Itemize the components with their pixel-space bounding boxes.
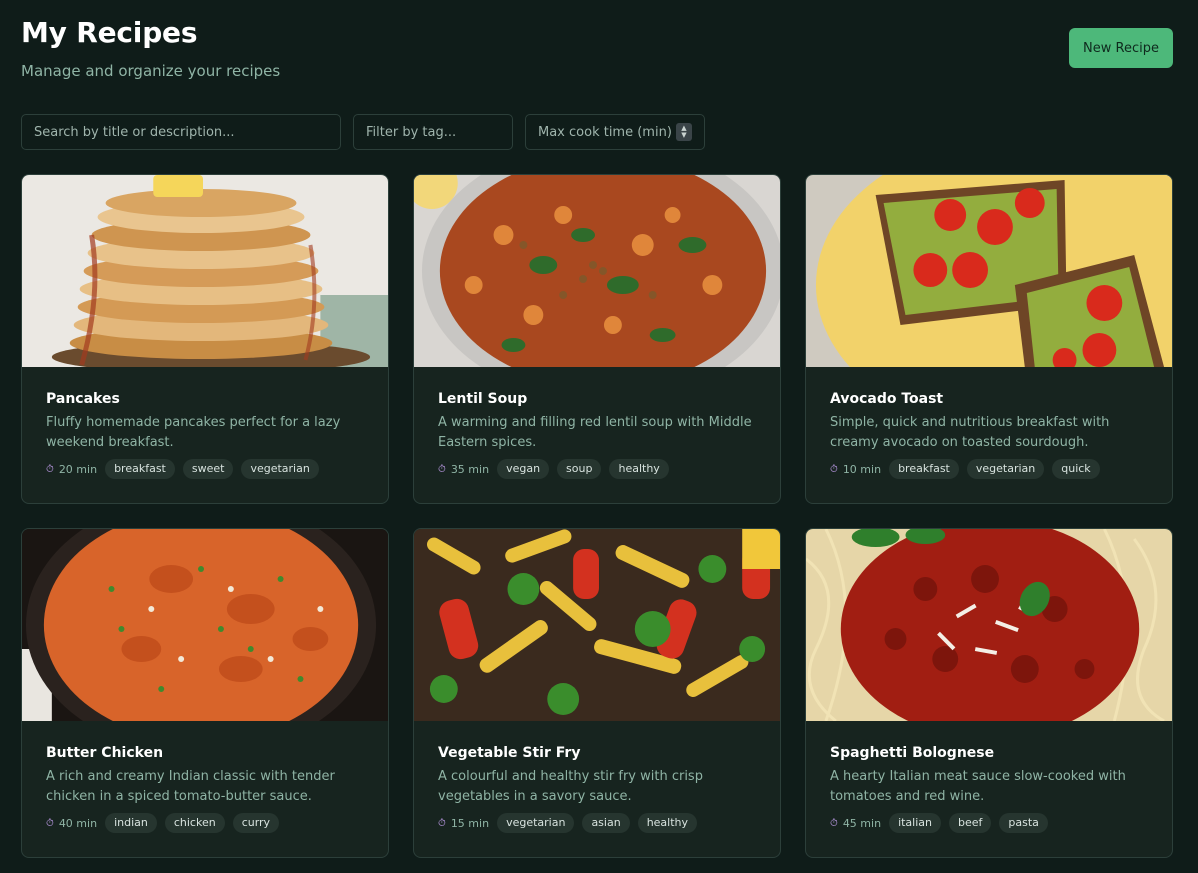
page-title: My Recipes [21, 16, 198, 49]
cook-time: ⏱ 20 min [46, 463, 97, 476]
tag-filter-field[interactable] [353, 114, 513, 150]
recipe-card[interactable]: Butter Chicken A rich and creamy Indian … [21, 528, 389, 858]
stepper-down-icon[interactable]: ▼ [681, 132, 686, 139]
recipe-meta: ⏱ 10 min breakfast vegetarian quick [830, 459, 1148, 479]
tag-badge[interactable]: pasta [999, 813, 1048, 833]
tag-badge[interactable]: indian [105, 813, 157, 833]
tag-badge[interactable]: healthy [609, 459, 669, 479]
tag-badge[interactable]: vegetarian [497, 813, 575, 833]
stopwatch-icon: ⏱ [830, 817, 838, 829]
tag-badge[interactable]: quick [1052, 459, 1100, 479]
tag-filter-input[interactable] [366, 124, 500, 140]
tag-badge[interactable]: asian [582, 813, 630, 833]
tag-badge[interactable]: vegetarian [966, 459, 1045, 479]
cook-time: ⏱ 15 min [438, 817, 489, 830]
tag-badge[interactable]: chicken [164, 813, 225, 833]
recipe-description: Fluffy homemade pancakes perfect for a l… [46, 415, 341, 450]
cook-time-input[interactable] [538, 124, 676, 140]
search-field[interactable] [21, 114, 341, 150]
cook-time-value: 45 min [842, 816, 882, 830]
cook-time-value: 10 min [842, 462, 882, 476]
cook-time: ⏱ 10 min [830, 463, 881, 476]
recipe-grid: Pancakes Fluffy homemade pancakes perfec… [21, 174, 1173, 858]
cook-time: ⏱ 45 min [830, 817, 881, 830]
recipe-title: Spaghetti Bolognese [830, 745, 995, 761]
stopwatch-icon: ⏱ [46, 817, 54, 829]
recipe-description: A rich and creamy Indian classic with te… [46, 769, 335, 804]
recipe-meta: ⏱ 40 min indian chicken curry [46, 813, 364, 833]
avocado-toast-photo [806, 175, 1172, 367]
recipe-description: A hearty Italian meat sauce slow-cooked … [830, 769, 1126, 804]
stopwatch-icon: ⏱ [438, 463, 446, 475]
recipe-title: Vegetable Stir Fry [438, 745, 581, 761]
recipes-page: My Recipes Manage and organize your reci… [0, 0, 1198, 873]
cook-time: ⏱ 35 min [438, 463, 489, 476]
recipe-description: A warming and filling red lentil soup wi… [438, 415, 752, 450]
recipe-meta: ⏱ 45 min italian beef pasta [830, 813, 1148, 833]
tag-badge[interactable]: vegetarian [241, 459, 319, 479]
cook-time-value: 15 min [450, 816, 490, 830]
cook-time-value: 20 min [58, 462, 98, 476]
lentil-soup-photo [414, 175, 780, 367]
recipe-card[interactable]: Lentil Soup A warming and filling red le… [413, 174, 781, 504]
number-stepper[interactable]: ▲ ▼ [675, 123, 692, 141]
new-recipe-button[interactable]: New Recipe [1069, 28, 1173, 68]
tag-badge[interactable]: soup [557, 459, 602, 479]
recipe-title: Pancakes [46, 391, 120, 407]
tag-badge[interactable]: beef [949, 813, 992, 833]
butter-chicken-photo [22, 529, 388, 721]
recipe-meta: ⏱ 15 min vegetarian asian healthy [438, 813, 756, 833]
recipe-card[interactable]: Pancakes Fluffy homemade pancakes perfec… [21, 174, 389, 504]
search-input[interactable] [34, 124, 328, 140]
stopwatch-icon: ⏱ [830, 463, 838, 475]
stopwatch-icon: ⏱ [46, 463, 54, 475]
recipe-description: A colourful and healthy stir fry with cr… [438, 769, 703, 804]
tag-badge[interactable]: vegan [497, 459, 550, 479]
tag-badge[interactable]: curry [232, 813, 280, 833]
tag-badge[interactable]: healthy [637, 813, 698, 833]
recipe-meta: ⏱ 35 min vegan soup healthy [438, 459, 756, 479]
recipe-meta: ⏱ 20 min breakfast sweet vegetarian [46, 459, 364, 479]
cook-time-value: 40 min [58, 816, 98, 830]
pancakes-photo [22, 175, 388, 367]
page-header: My Recipes Manage and organize your reci… [21, 0, 1173, 114]
recipe-card[interactable]: Vegetable Stir Fry A colourful and healt… [413, 528, 781, 858]
cook-time-field[interactable]: ▲▼ [525, 114, 705, 150]
recipe-title: Butter Chicken [46, 745, 164, 761]
tag-badge[interactable]: italian [889, 813, 941, 833]
bolognese-photo [806, 529, 1172, 721]
cook-time: ⏱ 40 min [46, 817, 97, 830]
tag-badge[interactable]: breakfast [889, 459, 959, 479]
recipe-title: Avocado Toast [830, 391, 944, 407]
page-subtitle: Manage and organize your recipes [21, 62, 281, 80]
recipe-title: Lentil Soup [438, 391, 528, 407]
recipe-description: Simple, quick and nutritious breakfast w… [830, 415, 1110, 450]
cook-time-value: 35 min [450, 462, 490, 476]
filter-bar: ▲▼ [21, 114, 1173, 150]
tag-badge[interactable]: sweet [182, 459, 234, 479]
recipe-card[interactable]: Avocado Toast Simple, quick and nutritio… [805, 174, 1173, 504]
recipe-card[interactable]: Spaghetti Bolognese A hearty Italian mea… [805, 528, 1173, 858]
tag-badge[interactable]: breakfast [105, 459, 175, 479]
stopwatch-icon: ⏱ [438, 817, 446, 829]
stir-fry-photo [414, 529, 780, 721]
